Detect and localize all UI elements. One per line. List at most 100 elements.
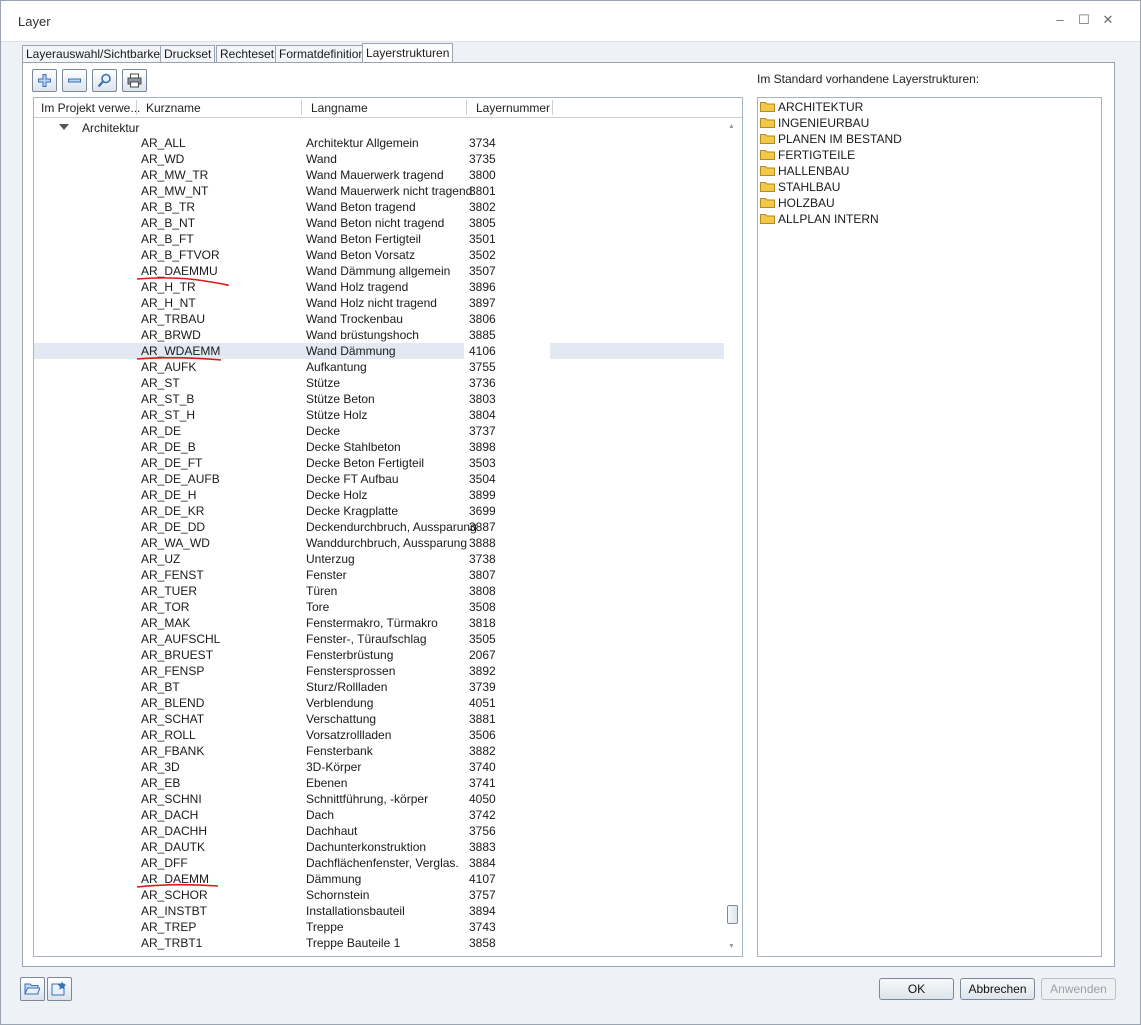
- apply-button[interactable]: Anwenden: [1041, 978, 1116, 1000]
- column-separator[interactable]: [301, 100, 302, 115]
- table-row[interactable]: AR_TUER Türen 3808: [34, 583, 724, 599]
- table-row[interactable]: AR_AUFK Aufkantung 3755: [34, 359, 724, 375]
- kurzname-cell: AR_DE_AUFB: [141, 472, 220, 486]
- scroll-down-arrow-icon[interactable]: ▼: [728, 943, 735, 950]
- table-row[interactable]: AR_ST_H Stütze Holz 3804: [34, 407, 724, 423]
- table-row[interactable]: AR_B_FT Wand Beton Fertigteil 3501: [34, 231, 724, 247]
- table-row[interactable]: AR_DACH Dach 3742: [34, 807, 724, 823]
- tab-rechteset[interactable]: Rechteset: [216, 45, 279, 63]
- table-row[interactable]: AR_DE_B Decke Stahlbeton 3898: [34, 439, 724, 455]
- tree-group-architektur[interactable]: Architektur: [56, 120, 256, 136]
- layernummer-cell: 4106: [469, 344, 496, 358]
- close-button[interactable]: ✕: [1100, 12, 1116, 28]
- column-header-langname[interactable]: Langname: [311, 101, 368, 115]
- table-row[interactable]: AR_WD Wand 3735: [34, 151, 724, 167]
- table-row[interactable]: AR_WDAEMM Wand Dämmung 4106: [34, 343, 724, 360]
- remove-button[interactable]: [62, 69, 87, 92]
- table-row[interactable]: AR_B_TR Wand Beton tragend 3802: [34, 199, 724, 215]
- table-row[interactable]: AR_FENST Fenster 3807: [34, 567, 724, 583]
- column-separator[interactable]: [136, 100, 137, 115]
- table-row[interactable]: AR_BRUEST Fensterbrüstung 2067: [34, 647, 724, 663]
- table-row[interactable]: AR_DAEMMU Wand Dämmung allgemein 3507: [34, 263, 724, 279]
- tab-formatdefinition[interactable]: Formatdefinition: [275, 45, 370, 63]
- kurzname-cell: AR_WDAEMM: [141, 344, 221, 358]
- column-separator[interactable]: [466, 100, 467, 115]
- table-row[interactable]: AR_MW_TR Wand Mauerwerk tragend 3800: [34, 167, 724, 183]
- column-header-layernummer[interactable]: Layernummer: [476, 101, 550, 115]
- layernummer-cell: 3757: [469, 888, 496, 902]
- table-row[interactable]: AR_DE_FT Decke Beton Fertigteil 3503: [34, 455, 724, 471]
- column-header-im-projekt[interactable]: Im Projekt verwe...: [41, 101, 140, 115]
- structure-item-label: ALLPLAN INTERN: [778, 212, 879, 226]
- scroll-thumb[interactable]: [727, 905, 738, 924]
- print-button[interactable]: [122, 69, 147, 92]
- ok-button[interactable]: OK: [879, 978, 954, 1000]
- table-row[interactable]: AR_B_FTVOR Wand Beton Vorsatz 3502: [34, 247, 724, 263]
- scroll-up-arrow-icon[interactable]: ▲: [728, 123, 735, 130]
- search-button[interactable]: [92, 69, 117, 92]
- langname-cell: Dachunterkonstruktion: [306, 840, 427, 854]
- table-row[interactable]: AR_DACHH Dachhaut 3756: [34, 823, 724, 839]
- table-row[interactable]: AR_FENSP Fenstersprossen 3892: [34, 663, 724, 679]
- langname-cell: Decke Stahlbeton: [306, 440, 401, 454]
- table-row[interactable]: AR_TRBAU Wand Trockenbau 3806: [34, 311, 724, 327]
- minimize-button[interactable]: –: [1052, 12, 1068, 28]
- table-row[interactable]: AR_AUFSCHL Fenster-, Türaufschlag 3505: [34, 631, 724, 647]
- open-button[interactable]: [20, 977, 45, 1001]
- tab-layerauswahl[interactable]: Layerauswahl/Sichtbarkeit: [22, 45, 171, 63]
- table-row[interactable]: AR_MW_NT Wand Mauerwerk nicht tragend 3801: [34, 183, 724, 199]
- table-row[interactable]: AR_SCHAT Verschattung 3881: [34, 711, 724, 727]
- kurzname-cell: AR_DFF: [141, 856, 188, 870]
- table-row[interactable]: AR_3D 3D-Körper 3740: [34, 759, 724, 775]
- table-row[interactable]: AR_BT Sturz/Rollladen 3739: [34, 679, 724, 695]
- table-row[interactable]: AR_TOR Tore 3508: [34, 599, 724, 615]
- table-row[interactable]: AR_B_NT Wand Beton nicht tragend 3805: [34, 215, 724, 231]
- langname-cell: Wand: [306, 152, 337, 166]
- table-row[interactable]: AR_H_TR Wand Holz tragend 3896: [34, 279, 724, 295]
- table-row[interactable]: AR_SCHNI Schnittführung, -körper 4050: [34, 791, 724, 807]
- langname-cell: Wand Beton tragend: [306, 200, 416, 214]
- langname-cell: Stütze Holz: [306, 408, 368, 422]
- table-row[interactable]: AR_DE_AUFB Decke FT Aufbau 3504: [34, 471, 724, 487]
- tab-druckset[interactable]: Druckset: [160, 45, 216, 63]
- tab-layerstrukturen[interactable]: Layerstrukturen: [362, 43, 454, 64]
- table-row[interactable]: AR_SCHOR Schornstein 3757: [34, 887, 724, 903]
- table-row[interactable]: AR_FBANK Fensterbank 3882: [34, 743, 724, 759]
- table-row[interactable]: AR_INSTBT Installationsbauteil 3894: [34, 903, 724, 919]
- table-row[interactable]: AR_DE_KR Decke Kragplatte 3699: [34, 503, 724, 519]
- cancel-button[interactable]: Abbrechen: [960, 978, 1035, 1000]
- table-row[interactable]: AR_DAUTK Dachunterkonstruktion 3883: [34, 839, 724, 855]
- vertical-scrollbar[interactable]: ▲ ▼: [724, 118, 741, 955]
- column-separator[interactable]: [552, 100, 553, 115]
- maximize-button[interactable]: ☐: [1076, 12, 1092, 28]
- table-row[interactable]: AR_EB Ebenen 3741: [34, 775, 724, 791]
- table-row[interactable]: AR_ALL Architektur Allgemein 3734: [34, 135, 724, 151]
- table-row[interactable]: AR_DE_H Decke Holz 3899: [34, 487, 724, 503]
- layer-structure-tree[interactable]: Im Projekt verwe... Kurzname Langname La…: [33, 97, 743, 957]
- table-row[interactable]: AR_BRWD Wand brüstungshoch 3885: [34, 327, 724, 343]
- table-row[interactable]: AR_DE Decke 3737: [34, 423, 724, 439]
- table-row[interactable]: AR_TRBT1 Treppe Bauteile 1 3858: [34, 935, 724, 951]
- table-row[interactable]: AR_TREP Treppe 3743: [34, 919, 724, 935]
- table-row[interactable]: AR_ST_B Stütze Beton 3803: [34, 391, 724, 407]
- langname-cell: Verschattung: [306, 712, 377, 726]
- langname-cell: Wand Mauerwerk nicht tragend: [306, 184, 473, 198]
- column-header-kurzname[interactable]: Kurzname: [146, 101, 201, 115]
- langname-cell: Tore: [306, 600, 330, 614]
- table-row[interactable]: AR_WA_WD Wanddurchbruch, Aussparung 3888: [34, 535, 724, 551]
- kurzname-cell: AR_TRBAU: [141, 312, 206, 326]
- expand-triangle-icon[interactable]: [59, 124, 69, 130]
- table-row[interactable]: AR_UZ Unterzug 3738: [34, 551, 724, 567]
- layernummer-cell: 3738: [469, 552, 496, 566]
- table-row[interactable]: AR_H_NT Wand Holz nicht tragend 3897: [34, 295, 724, 311]
- table-row[interactable]: AR_DE_DD Deckendurchbruch, Aussparung 3887: [34, 519, 724, 535]
- table-row[interactable]: AR_ROLL Vorsatzrollladen 3506: [34, 727, 724, 743]
- standard-structures-list[interactable]: ARCHITEKTUR INGENIEURBAU PLANEN IM BESTA…: [757, 97, 1102, 957]
- add-button[interactable]: [32, 69, 57, 92]
- table-row[interactable]: AR_DFF Dachflächenfenster, Verglas. 3884: [34, 855, 724, 871]
- table-row[interactable]: AR_MAK Fenstermakro, Türmakro 3818: [34, 615, 724, 631]
- table-row[interactable]: AR_ST Stütze 3736: [34, 375, 724, 391]
- favorites-button[interactable]: [47, 977, 72, 1001]
- table-row[interactable]: AR_BLEND Verblendung 4051: [34, 695, 724, 711]
- table-row[interactable]: AR_DAEMM Dämmung 4107: [34, 871, 724, 887]
